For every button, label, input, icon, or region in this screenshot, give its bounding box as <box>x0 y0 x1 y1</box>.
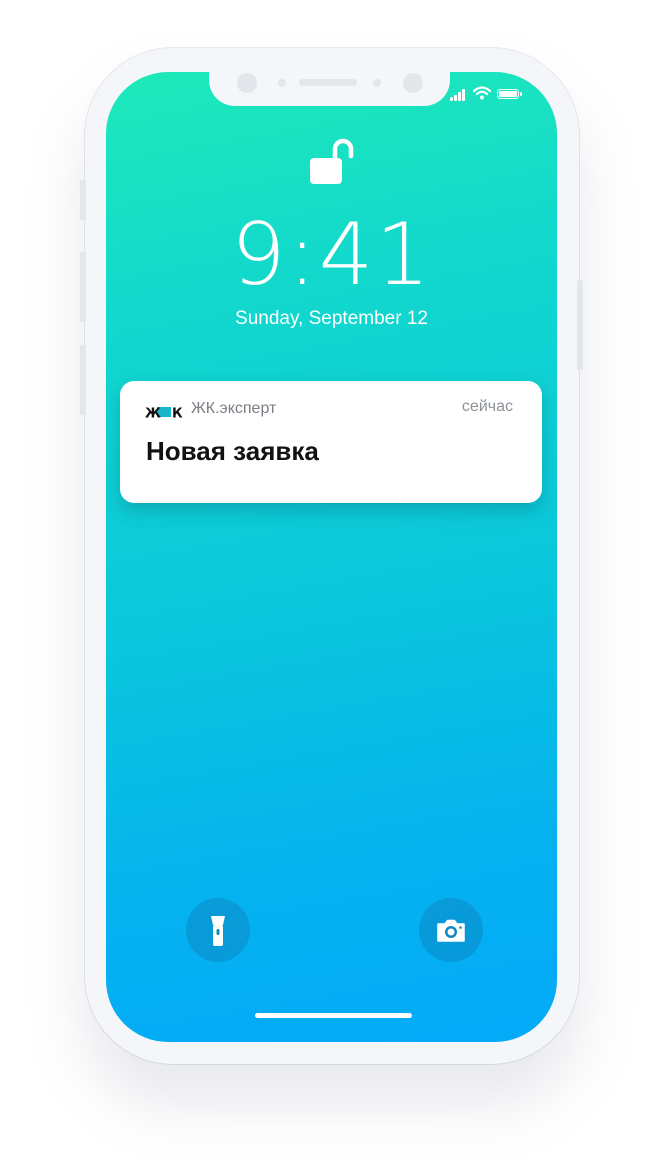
svg-text:Ж: Ж <box>145 407 161 420</box>
home-indicator[interactable] <box>255 1013 412 1018</box>
app-logo-icon: Ж К <box>145 407 183 420</box>
lock-screen: 9:41 Sunday, September 12 Ж К ЖК.эксперт… <box>106 72 557 1042</box>
lock-screen-time: 9:41 <box>230 205 433 305</box>
notification-time: сейчас <box>461 398 513 415</box>
mockup-stage: 9:41 Sunday, September 12 Ж К ЖК.эксперт… <box>0 0 663 1174</box>
camera-button[interactable] <box>419 898 483 962</box>
volume-down-button <box>80 345 86 415</box>
mute-switch <box>80 180 86 220</box>
front-camera <box>237 73 257 93</box>
signal-icon <box>450 89 468 101</box>
volume-up-button <box>80 252 86 322</box>
battery-icon <box>497 89 522 99</box>
notification-card[interactable]: Ж К ЖК.эксперт сейчас Новая заявка <box>120 381 542 503</box>
camera-icon <box>437 919 465 942</box>
wifi-icon <box>473 86 491 100</box>
power-button <box>577 280 583 370</box>
sensor-dot <box>373 79 381 87</box>
flashlight-button[interactable] <box>186 898 250 962</box>
sensor-dot <box>278 79 286 87</box>
earpiece-speaker <box>299 79 357 86</box>
notification-app-name: ЖК.эксперт <box>191 400 277 417</box>
notch <box>209 72 450 106</box>
face-id-sensor <box>403 73 423 93</box>
lock-screen-date: Sunday, September 12 <box>235 308 428 329</box>
notification-title: Новая заявка <box>146 436 319 466</box>
flashlight-icon <box>211 916 225 946</box>
svg-text:К: К <box>172 407 183 420</box>
unlocked-padlock-icon <box>310 138 354 184</box>
